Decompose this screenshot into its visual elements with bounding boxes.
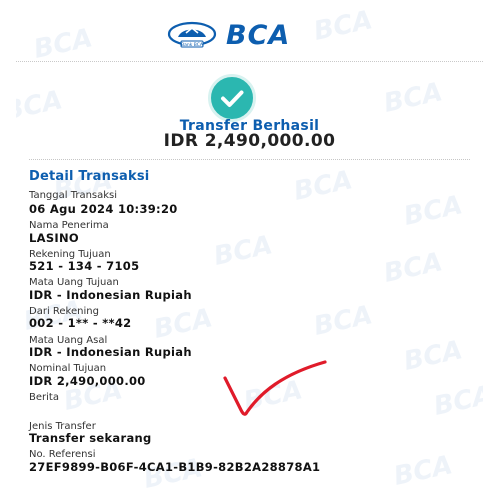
value-mata-uang-tujuan: IDR - Indonesian Rupiah bbox=[29, 288, 192, 302]
value-jenis-transfer: Transfer sekarang bbox=[29, 431, 152, 445]
receipt-sheet: BCA BCA BCA BCA BCA BCA BCA BCA BCA BCA … bbox=[16, 0, 483, 500]
bca-wordmark: BCA bbox=[226, 20, 291, 51]
svg-text:Bank BCA: Bank BCA bbox=[181, 42, 204, 48]
value-no-referensi: 27EF9899-B06F-4CA1-B1B9-82B2A28878A1 bbox=[29, 460, 321, 474]
transfer-amount: IDR 2,490,000.00 bbox=[163, 131, 336, 151]
red-checkmark-annotation bbox=[223, 360, 327, 416]
header-divider bbox=[16, 61, 483, 62]
value-nama-penerima: LASINO bbox=[29, 231, 79, 245]
label-berita: Berita bbox=[29, 392, 59, 403]
section-divider bbox=[29, 159, 470, 160]
check-icon bbox=[221, 90, 244, 107]
detail-section-title: Detail Transaksi bbox=[29, 169, 150, 184]
bca-emblem-icon: Bank BCA bbox=[167, 21, 217, 48]
value-tanggal-transaksi: 06 Agu 2024 10:39:20 bbox=[29, 202, 178, 216]
success-badge bbox=[208, 74, 256, 122]
label-tanggal-transaksi: Tanggal Transaksi bbox=[29, 190, 118, 201]
value-nominal-tujuan: IDR 2,490,000.00 bbox=[29, 374, 146, 388]
value-dari-rekening: 002 - 1** - **42 bbox=[29, 316, 132, 330]
value-mata-uang-asal: IDR - Indonesian Rupiah bbox=[29, 345, 192, 359]
value-rekening-tujuan: 521 - 134 - 7105 bbox=[29, 259, 140, 273]
